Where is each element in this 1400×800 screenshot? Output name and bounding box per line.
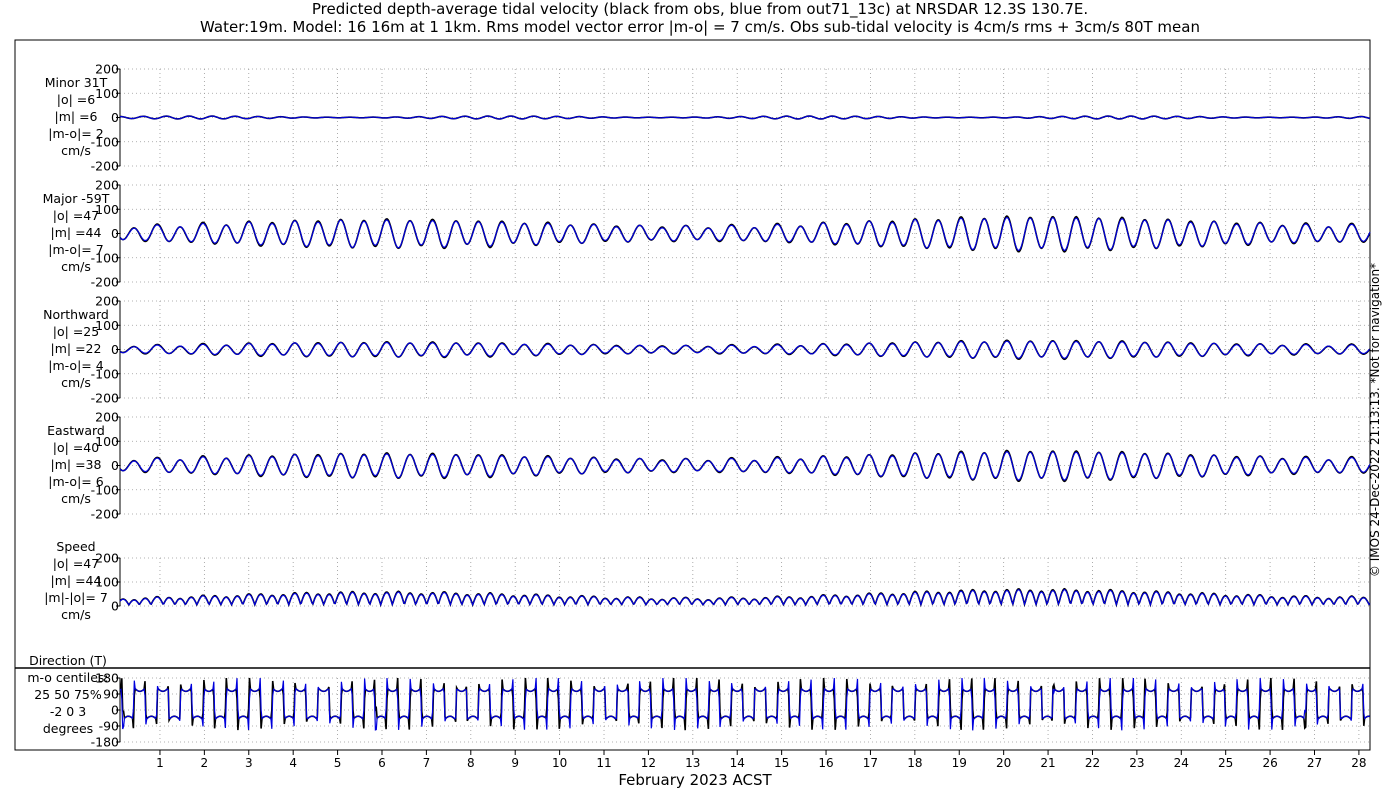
east-label-line: |o| =40 <box>52 440 100 455</box>
minor-panel-label: Minor 31T |o| =6 |m| =6 |m-o|= 2 cm/s <box>16 74 136 159</box>
north-panel-label: Northward |o| =25 |m| =22 |m-o|= 4 cm/s <box>16 306 136 391</box>
major-label-line: cm/s <box>61 259 91 274</box>
x-tick-label: 7 <box>423 756 431 770</box>
x-tick-label: 20 <box>996 756 1011 770</box>
north-label-line: cm/s <box>61 375 91 390</box>
x-tick-label: 10 <box>552 756 567 770</box>
x-tick-label: 17 <box>863 756 878 770</box>
major-label-line: |m-o|= 7 <box>48 242 104 257</box>
x-tick-label: 22 <box>1085 756 1100 770</box>
x-tick-label: 27 <box>1307 756 1322 770</box>
x-tick-label: 18 <box>907 756 922 770</box>
x-tick-label: 2 <box>201 756 209 770</box>
x-tick-label: 16 <box>818 756 833 770</box>
x-tick-label: 1 <box>156 756 164 770</box>
direction-label-line: Direction (T) <box>29 653 107 668</box>
east-label-line: Eastward <box>47 423 105 438</box>
x-tick-label: 21 <box>1040 756 1055 770</box>
x-tick-label: 3 <box>245 756 253 770</box>
direction-label-line: degrees <box>42 721 94 736</box>
x-tick-label: 28 <box>1351 756 1366 770</box>
x-tick-label: 5 <box>334 756 342 770</box>
speed-label-line: cm/s <box>61 607 91 622</box>
direction-label-line: m-o centiles: <box>27 670 109 685</box>
speed-label-line: |o| =47 <box>52 556 100 571</box>
east-label-line: |m-o|= 6 <box>48 474 104 489</box>
x-tick-label: 14 <box>730 756 745 770</box>
north-label-line: Northward <box>43 307 109 322</box>
x-tick-label: 13 <box>685 756 700 770</box>
north-label-line: |o| =25 <box>52 324 100 339</box>
east-label-line: cm/s <box>61 491 91 506</box>
x-axis-label: February 2023 ACST <box>618 771 772 789</box>
minor-ytick-label: -200 <box>91 159 119 174</box>
x-tick-label: 12 <box>641 756 656 770</box>
speed-label-line: |m|-|o|= 7 <box>44 590 108 605</box>
minor-label-line: |m| =6 <box>54 109 98 124</box>
major-label-line: |m| =44 <box>50 225 102 240</box>
east-panel-label: Eastward |o| =40 |m| =38 |m-o|= 6 cm/s <box>16 422 136 507</box>
minor-label-line: Minor 31T <box>44 75 108 90</box>
direction-obs-series <box>119 677 1371 731</box>
x-tick-label: 11 <box>596 756 611 770</box>
x-tick-label: 15 <box>774 756 789 770</box>
north-ytick-label: -200 <box>91 391 119 406</box>
direction-model-series <box>119 677 1371 731</box>
north-label-line: |m| =22 <box>50 341 102 356</box>
speed-model-series <box>119 589 1371 607</box>
x-tick-label: 23 <box>1129 756 1144 770</box>
north-label-line: |m-o|= 4 <box>48 358 104 373</box>
x-tick-label: 25 <box>1218 756 1233 770</box>
speed-label-line: |m| =44 <box>50 573 102 588</box>
minor-label-line: |o| =6 <box>56 92 96 107</box>
speed-panel-label: Speed |o| =47 |m| =44 |m|-|o|= 7 cm/s <box>16 538 136 623</box>
x-tick-label: 24 <box>1174 756 1189 770</box>
x-tick-label: 4 <box>289 756 297 770</box>
x-tick-label: 8 <box>467 756 475 770</box>
x-tick-label: 9 <box>511 756 519 770</box>
x-tick-label: 19 <box>952 756 967 770</box>
east-ytick-label: -200 <box>91 507 119 522</box>
x-tick-label: 26 <box>1262 756 1277 770</box>
direction-panel-label: Direction (T) m-o centiles: 25 50 75% -2 0 … <box>8 652 128 737</box>
minor-label-line: |m-o|= 2 <box>48 126 104 141</box>
east-label-line: |m| =38 <box>50 457 102 472</box>
direction-label-line: 25 50 75% <box>34 687 102 702</box>
major-model-series <box>119 216 1371 252</box>
direction-label-line: -2 0 3 <box>49 704 87 719</box>
speed-obs-series <box>119 587 1371 608</box>
copyright-credit: © IMOS 24-Dec-2022 21:13:13. *Not for na… <box>1368 262 1382 578</box>
major-panel-label: Major -59T |o| =47 |m| =44 |m-o|= 7 cm/s <box>16 190 136 275</box>
speed-label-line: Speed <box>56 539 96 554</box>
tidal-velocity-chart: 2001000-100-2002001000-100-2002001000-10… <box>14 39 1371 789</box>
major-label-line: |o| =47 <box>52 208 100 223</box>
major-ytick-label: -200 <box>91 275 119 290</box>
major-label-line: Major -59T <box>42 191 110 206</box>
x-tick-label: 6 <box>378 756 386 770</box>
minor-label-line: cm/s <box>61 143 91 158</box>
